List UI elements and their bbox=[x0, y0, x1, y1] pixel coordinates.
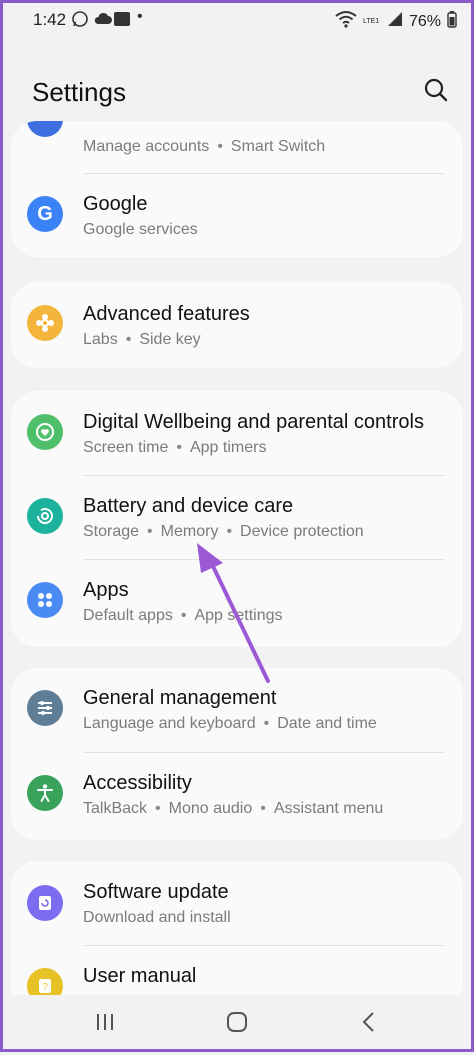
status-right: LTE1 76% bbox=[335, 10, 457, 33]
card-advanced: Advanced features Labs • Side key bbox=[11, 282, 463, 368]
search-button[interactable] bbox=[423, 77, 453, 107]
status-time: 1:42 bbox=[33, 10, 67, 29]
back-button[interactable] bbox=[349, 1007, 389, 1037]
page-title: Settings bbox=[32, 77, 126, 107]
wellbeing-icon bbox=[27, 414, 63, 450]
signal-icon bbox=[387, 11, 403, 32]
accessibility-item[interactable]: Accessibility TalkBack • Mono audio • Assist… bbox=[11, 753, 463, 837]
wifi-icon bbox=[335, 10, 357, 33]
digital-wellbeing-subtitle: Screen time • App timers bbox=[83, 439, 267, 456]
back-icon bbox=[362, 1012, 374, 1032]
card-general: General management Language and keyboard… bbox=[11, 668, 463, 840]
user-manual-title: User manual bbox=[83, 965, 197, 987]
battery-percent: 76% bbox=[408, 12, 441, 30]
software-update-icon bbox=[27, 885, 63, 921]
software-update-subtitle: Download and install bbox=[83, 909, 231, 926]
general-management-icon bbox=[27, 690, 63, 726]
home-icon bbox=[227, 1012, 247, 1032]
advanced-features-item[interactable]: Advanced features Labs • Side key bbox=[11, 283, 463, 367]
general-management-subtitle: Language and keyboard • Date and time bbox=[83, 715, 377, 732]
cloud-icon bbox=[93, 10, 113, 33]
battery-device-care-subtitle: Storage • Memory • Device protection bbox=[83, 523, 364, 540]
general-management-item[interactable]: General management Language and keyboard… bbox=[11, 668, 463, 752]
software-update-item[interactable]: Software update Download and install bbox=[11, 861, 463, 945]
battery-icon bbox=[447, 10, 457, 33]
apps-title: Apps bbox=[83, 579, 129, 601]
digital-wellbeing-item[interactable]: Digital Wellbeing and parental controls … bbox=[11, 391, 463, 475]
accounts-subtitle: Manage accounts • Smart Switch bbox=[83, 138, 326, 155]
card-accounts-google: Manage accounts • Smart Switch G Google Go… bbox=[11, 121, 463, 257]
recent-apps-button[interactable] bbox=[85, 1007, 125, 1037]
accounts-backup-item[interactable]: Manage accounts • Smart Switch bbox=[11, 121, 463, 173]
search-icon bbox=[424, 78, 448, 102]
app-notification-icon bbox=[113, 10, 131, 33]
accounts-icon bbox=[27, 121, 63, 137]
recent-apps-icon bbox=[97, 1014, 113, 1030]
apps-icon bbox=[27, 582, 63, 618]
card-software: Software update Download and install ? U… bbox=[11, 861, 463, 1011]
general-management-title: General management bbox=[83, 687, 277, 709]
status-bar: 1:42 • LTE1 76% bbox=[3, 3, 471, 37]
google-icon: G bbox=[27, 196, 63, 232]
google-subtitle: Google services bbox=[83, 221, 198, 238]
network-label: LTE1 bbox=[362, 17, 380, 25]
settings-header: Settings bbox=[3, 67, 471, 117]
digital-wellbeing-title: Digital Wellbeing and parental controls bbox=[83, 411, 424, 433]
accessibility-subtitle: TalkBack • Mono audio • Assistant menu bbox=[83, 800, 384, 817]
google-title: Google bbox=[83, 193, 148, 215]
battery-device-care-title: Battery and device care bbox=[83, 495, 294, 517]
more-notifications-icon: • bbox=[137, 8, 143, 25]
device-care-icon bbox=[27, 498, 63, 534]
advanced-features-icon bbox=[27, 305, 63, 341]
card-device: Digital Wellbeing and parental controls … bbox=[11, 391, 463, 647]
apps-item[interactable]: Apps Default apps • App settings bbox=[11, 560, 463, 644]
advanced-features-subtitle: Labs • Side key bbox=[83, 331, 201, 348]
home-button[interactable] bbox=[217, 1007, 257, 1037]
navigation-bar bbox=[3, 995, 471, 1049]
accessibility-title: Accessibility bbox=[83, 772, 192, 794]
whatsapp-icon bbox=[71, 10, 89, 33]
svg-text:?: ? bbox=[42, 982, 48, 993]
apps-subtitle: Default apps • App settings bbox=[83, 607, 283, 624]
software-update-title: Software update bbox=[83, 881, 229, 903]
accessibility-icon bbox=[27, 775, 63, 811]
battery-device-care-item[interactable]: Battery and device care Storage • Memory • D… bbox=[11, 476, 463, 560]
advanced-features-title: Advanced features bbox=[83, 303, 250, 325]
google-item[interactable]: G Google Google services bbox=[11, 174, 463, 257]
